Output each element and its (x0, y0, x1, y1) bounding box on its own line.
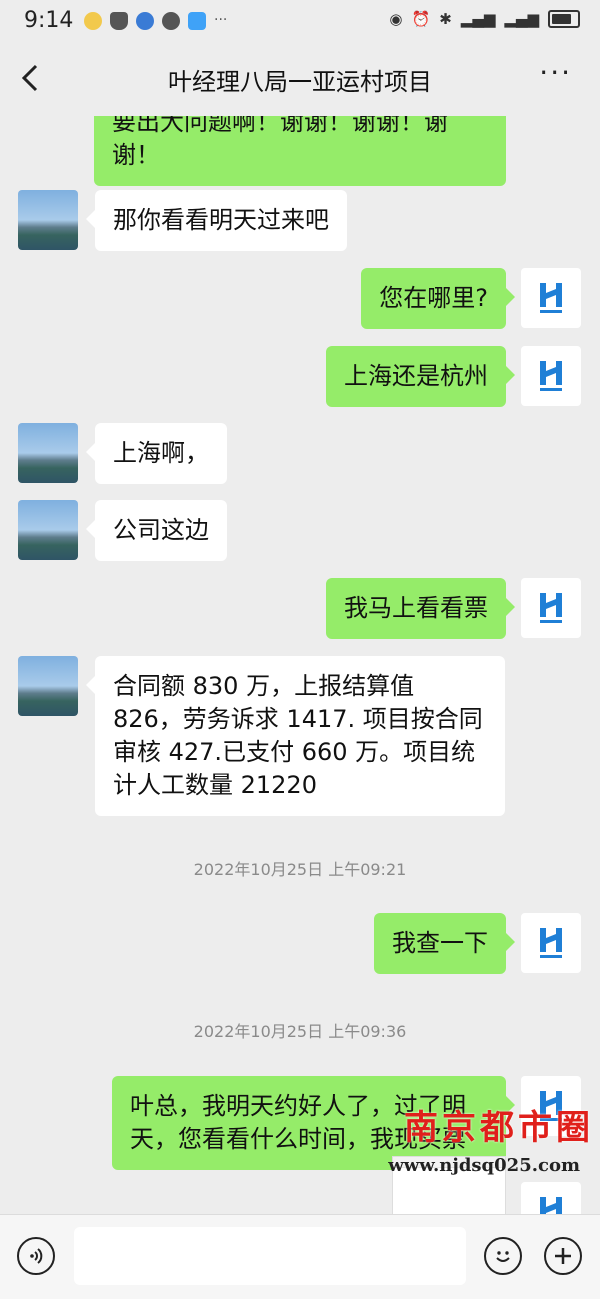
status-bar: 9:14 ··· ◉ ⏰ ✱ ▂▄▆ ▂▄▆ (0, 0, 600, 42)
avatar[interactable] (18, 423, 78, 483)
watermark-url: www.njdsq025.com (388, 1155, 580, 1176)
add-icon[interactable] (544, 1237, 582, 1275)
message-text: 您在哪里? (379, 284, 488, 312)
avatar[interactable] (18, 656, 78, 716)
weather-icon (188, 12, 206, 30)
bluetooth-icon: ✱ (439, 10, 452, 28)
message-bubble[interactable]: 合同额 830 万，上报结算值 826，劳务诉求 1417. 项目按合同审核 4… (86, 656, 505, 816)
message-text: 要出大问题啊！谢谢！谢谢！谢谢！ (112, 116, 448, 169)
company-logo-icon (540, 593, 562, 623)
eye-icon: ◉ (389, 10, 403, 28)
company-logo-icon (540, 361, 562, 391)
message-text: 合同额 830 万，上报结算值 826，劳务诉求 1417. 项目按合同审核 4… (113, 672, 483, 799)
plus-icon (555, 1248, 571, 1264)
more-icon[interactable]: ··· (539, 56, 572, 89)
message-text: 公司这边 (113, 516, 209, 544)
company-logo-icon (540, 928, 562, 958)
status-time: 9:14 (24, 8, 74, 33)
more-notifications-icon: ··· (214, 12, 228, 28)
avatar[interactable] (18, 500, 78, 560)
notification-icons: ··· (84, 12, 227, 30)
message-bubble[interactable]: 公司这边 (86, 500, 227, 561)
avatar[interactable] (521, 1182, 581, 1214)
message-bubble[interactable]: 上海啊， (86, 423, 227, 484)
avatar[interactable] (521, 913, 581, 973)
avatar[interactable] (521, 346, 581, 406)
message-text: 那你看看明天过来吧 (113, 206, 329, 234)
message-text: 我马上看看票 (344, 594, 488, 622)
voice-waves-icon (30, 1248, 43, 1264)
avatar[interactable] (521, 578, 581, 638)
timestamp: 2022年10月25日 上午09:21 (193, 860, 407, 879)
browser-icon (136, 12, 154, 30)
message-text: 我查一下 (392, 929, 488, 957)
signal-icon-2: ▂▄▆ (504, 10, 539, 28)
avatar[interactable] (18, 190, 78, 250)
avatar[interactable] (521, 268, 581, 328)
message-bubble[interactable]: 上海还是杭州 (326, 346, 515, 407)
message-input[interactable] (74, 1227, 466, 1285)
voice-icon[interactable] (17, 1237, 55, 1275)
message-text: 上海还是杭州 (344, 362, 488, 390)
company-logo-icon (540, 283, 562, 313)
emoji-icon[interactable] (484, 1237, 522, 1275)
signal-icon: ▂▄▆ (460, 10, 496, 28)
battery-icon (548, 10, 580, 28)
message-list[interactable]: 要出大问题啊！谢谢！谢谢！谢谢！ 那你看看明天过来吧 您在哪里? 上海还是杭州 … (0, 116, 600, 1214)
alarm-icon: ⏰ (411, 10, 431, 28)
message-bubble[interactable]: 您在哪里? (361, 268, 515, 329)
chat-header: 叶经理八局一亚运村项目 ··· (0, 42, 600, 116)
chat-title: 叶经理八局一亚运村项目 (168, 68, 432, 96)
chat-icon (162, 12, 180, 30)
message-bubble[interactable]: 那你看看明天过来吧 (86, 190, 347, 251)
message-bubble[interactable]: 我查一下 (374, 913, 515, 974)
system-icons: ◉ ⏰ ✱ ▂▄▆ ▂▄▆ (389, 10, 580, 28)
message-text: 上海啊， (113, 439, 209, 467)
weibo-icon (84, 12, 102, 30)
company-logo-icon (540, 1197, 562, 1214)
input-bar (0, 1214, 600, 1299)
watermark-title: 南京都市圈 (404, 1108, 594, 1148)
smile-face-icon (496, 1251, 510, 1262)
timestamp: 2022年10月25日 上午09:36 (193, 1022, 407, 1041)
bell-icon (110, 12, 128, 30)
message-bubble[interactable]: 我马上看看票 (326, 578, 515, 639)
message-bubble[interactable]: 要出大问题啊！谢谢！谢谢！谢谢！ (94, 116, 506, 186)
